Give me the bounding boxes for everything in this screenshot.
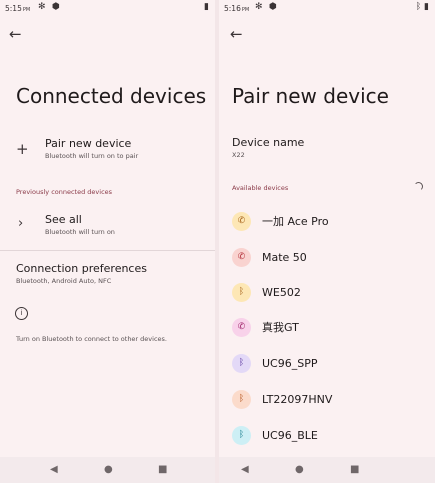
device-label: WE502: [262, 285, 301, 299]
connection-preferences-title: Connection preferences: [16, 262, 147, 275]
device-label: LT22097HNV: [262, 392, 333, 406]
status-time: 5:15PM: [5, 4, 31, 13]
battery-icon: ▮: [204, 2, 209, 12]
see-all-title: See all: [45, 213, 82, 226]
device-label: UC96_SPP: [262, 356, 318, 370]
back-arrow-icon[interactable]: ←: [230, 25, 243, 43]
nav-recents-icon[interactable]: ■: [350, 464, 359, 475]
device-label: Mate 50: [262, 250, 307, 264]
available-devices-label: Available devices: [232, 184, 289, 192]
loading-spinner-icon: [414, 182, 423, 191]
chevron-right-icon: ›: [18, 216, 24, 231]
device-label: UC96_BLE: [262, 428, 318, 442]
bluetooth-info-text: Turn on Bluetooth to connect to other de…: [16, 335, 167, 343]
status-time: 5:16PM: [224, 4, 250, 13]
nav-home-icon[interactable]: ●: [295, 464, 304, 475]
device-item[interactable]: ᛒ WE502: [232, 280, 301, 304]
navigation-bar: ◀ ● ■: [0, 457, 215, 483]
settings-status-icon: ✻: [38, 2, 46, 12]
see-all-item[interactable]: › See all Bluetooth will turn on: [14, 213, 209, 241]
device-item[interactable]: ᛒ UC96_BLE: [232, 423, 318, 447]
bluetooth-icon: ᛒ: [232, 282, 251, 302]
status-bar: 5:16PM ✻ ⬢ ᛒ ▮: [219, 0, 435, 18]
see-all-subtitle: Bluetooth will turn on: [45, 228, 115, 236]
device-item[interactable]: ᛒ LT22097HNV: [232, 387, 332, 411]
nav-back-icon[interactable]: ◀: [50, 464, 58, 475]
nav-recents-icon[interactable]: ■: [158, 464, 167, 475]
navigation-bar: ◀ ● ■: [219, 457, 435, 483]
connected-devices-screen: 5:15PM ✻ ⬢ ▮ ← Connected devices + Pair …: [0, 0, 215, 483]
bluetooth-icon: ᛒ: [232, 389, 251, 409]
info-icon: i: [15, 307, 28, 320]
device-label: 真我GT: [262, 321, 299, 334]
device-item[interactable]: ✆ 一加 Ace Pro: [232, 209, 329, 233]
device-name-label: Device name: [232, 136, 305, 149]
previously-connected-label: Previously connected devices: [16, 188, 113, 196]
device-item[interactable]: ᛒ UC96_SPP: [232, 351, 317, 375]
shield-status-icon: ⬢: [269, 2, 277, 12]
bluetooth-icon: ᛒ: [232, 425, 251, 445]
nav-home-icon[interactable]: ●: [104, 464, 113, 475]
device-name-value: X22: [232, 151, 245, 159]
phone-icon: ✆: [232, 211, 251, 231]
settings-status-icon: ✻: [255, 2, 263, 12]
back-arrow-icon[interactable]: ←: [9, 25, 22, 43]
bluetooth-icon: ᛒ: [232, 353, 251, 373]
pair-new-device-screen: 5:16PM ✻ ⬢ ᛒ ▮ ← Pair new device Device …: [219, 0, 435, 483]
phone-icon: ✆: [232, 317, 251, 337]
pair-new-device-item[interactable]: + Pair new device Bluetooth will turn on…: [14, 137, 209, 165]
device-item[interactable]: ✆ Mate 50: [232, 245, 307, 269]
page-title: Pair new device: [232, 84, 389, 108]
phone-icon: ✆: [232, 247, 251, 267]
device-label: 一加 Ace Pro: [262, 215, 329, 228]
connection-preferences-subtitle: Bluetooth, Android Auto, NFC: [16, 277, 112, 285]
pair-new-device-subtitle: Bluetooth will turn on to pair: [45, 152, 139, 160]
connection-preferences-item[interactable]: Connection preferences Bluetooth, Androi…: [16, 262, 211, 285]
shield-status-icon: ⬢: [52, 2, 60, 12]
section-divider: [0, 250, 215, 251]
page-title: Connected devices: [16, 84, 207, 108]
pair-new-device-title: Pair new device: [45, 137, 132, 150]
device-name-item[interactable]: Device name X22: [232, 136, 304, 159]
plus-icon: +: [16, 140, 29, 158]
status-bar: 5:15PM ✻ ⬢ ▮: [0, 0, 215, 18]
device-item[interactable]: ✆ 真我GT: [232, 315, 299, 339]
bluetooth-battery-icons: ᛒ ▮: [415, 2, 429, 12]
nav-back-icon[interactable]: ◀: [241, 464, 249, 475]
